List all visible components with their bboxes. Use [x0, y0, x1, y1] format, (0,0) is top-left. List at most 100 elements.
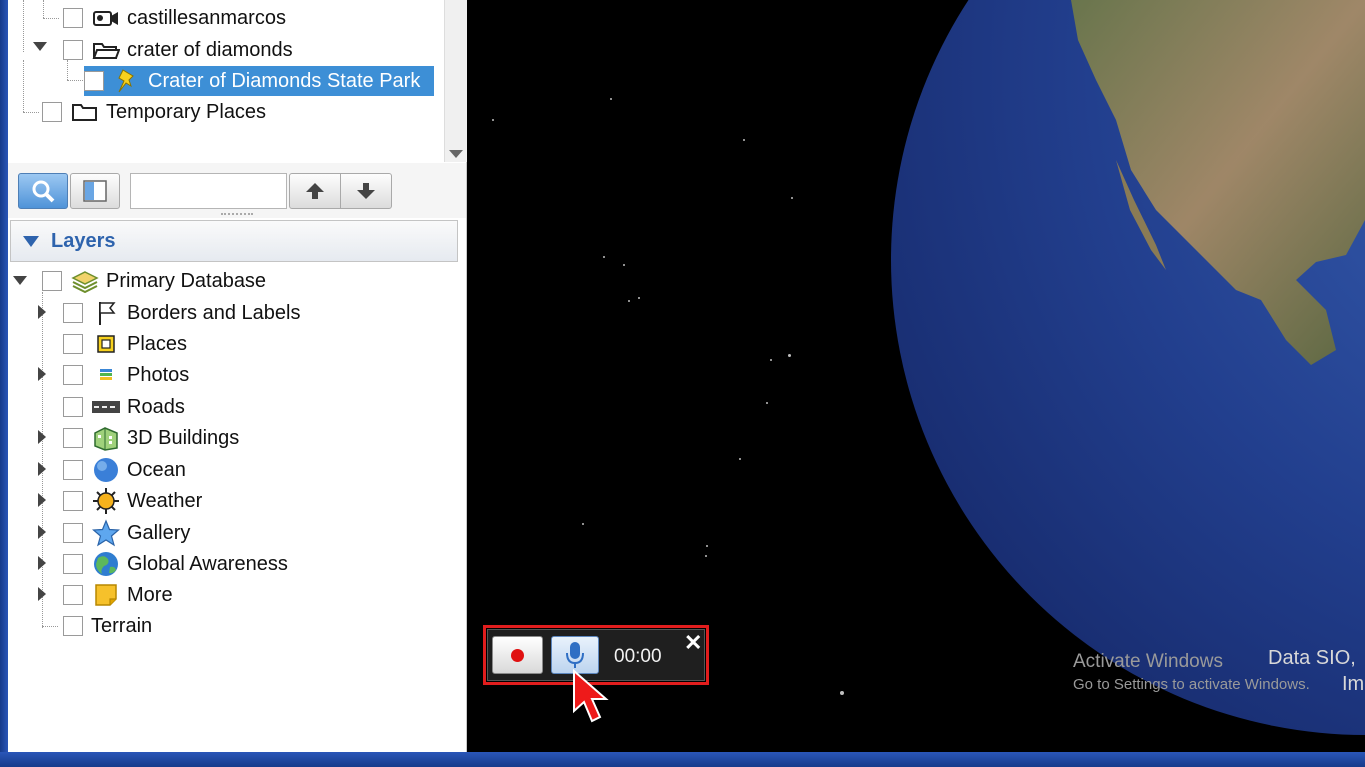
- layer-more[interactable]: More: [63, 580, 173, 610]
- move-down-button[interactable]: [340, 173, 392, 209]
- window-frame-left: [0, 0, 8, 752]
- expand-toggle[interactable]: [34, 366, 50, 382]
- sidebar: castillesanmarcos crater of diamonds Cra…: [8, 0, 467, 752]
- layer-borders-and-labels[interactable]: Borders and Labels: [63, 298, 300, 328]
- folder-icon: [70, 99, 100, 125]
- search-toolbar: [8, 163, 466, 218]
- globe-icon: [91, 551, 121, 577]
- arrow-down-icon: [357, 183, 375, 199]
- place-label: castillesanmarcos: [127, 6, 286, 29]
- layer-places[interactable]: Places: [63, 329, 187, 359]
- mouse-cursor-icon: [573, 669, 609, 723]
- move-up-button[interactable]: [289, 173, 341, 209]
- place-checkbox[interactable]: [63, 40, 83, 60]
- layer-checkbox[interactable]: [63, 428, 83, 448]
- photos-icon: [91, 362, 121, 388]
- yellow-pushpin-icon: [112, 68, 142, 94]
- close-icon[interactable]: ✕: [684, 632, 702, 654]
- expand-toggle[interactable]: [34, 492, 50, 508]
- layer-checkbox[interactable]: [63, 616, 83, 636]
- search-button[interactable]: [18, 173, 68, 209]
- collapse-triangle-icon: [23, 235, 39, 247]
- layer-label: Ocean: [127, 458, 186, 481]
- expand-toggle[interactable]: [34, 586, 50, 602]
- layer-checkbox[interactable]: [63, 460, 83, 480]
- sidebar-panel-icon: [83, 180, 107, 202]
- layer-checkbox[interactable]: [63, 523, 83, 543]
- expand-toggle[interactable]: [34, 429, 50, 445]
- expand-toggle[interactable]: [34, 304, 50, 320]
- flag-icon: [91, 300, 121, 326]
- activate-windows-title: Activate Windows: [1073, 651, 1223, 672]
- layer-checkbox[interactable]: [63, 397, 83, 417]
- layer-checkbox[interactable]: [63, 491, 83, 511]
- layer-label: Primary Database: [106, 269, 267, 292]
- layer-roads[interactable]: Roads: [63, 392, 185, 422]
- place-checkbox[interactable]: [42, 102, 62, 122]
- tour-camera-icon: [91, 5, 121, 31]
- places-square-icon: [91, 331, 121, 357]
- expand-toggle[interactable]: [34, 461, 50, 477]
- place-item-crater-of-diamonds-state-park[interactable]: Crater of Diamonds State Park: [84, 66, 434, 96]
- database-layers-icon: [70, 268, 100, 294]
- place-checkbox[interactable]: [84, 71, 104, 91]
- layer-checkbox[interactable]: [63, 365, 83, 385]
- layer-checkbox[interactable]: [63, 585, 83, 605]
- recording-timer: 00:00: [614, 646, 662, 667]
- imagery-attribution-line1: Data SIO,: [1268, 647, 1356, 669]
- road-icon: [91, 394, 121, 420]
- layer-label: Photos: [127, 363, 190, 386]
- sidebar-panel-button[interactable]: [70, 173, 120, 209]
- places-scrollbar[interactable]: [444, 0, 467, 162]
- layer-label: 3D Buildings: [127, 426, 240, 449]
- layer-checkbox[interactable]: [63, 334, 83, 354]
- place-item-crater-of-diamonds[interactable]: crater of diamonds: [63, 35, 293, 65]
- window-frame-bottom: [0, 752, 1365, 767]
- record-button[interactable]: [492, 636, 543, 674]
- layer-checkbox[interactable]: [63, 303, 83, 323]
- sun-icon: [91, 488, 121, 514]
- layer-label: Gallery: [127, 521, 191, 544]
- layer-primary-database[interactable]: Primary Database: [42, 266, 266, 296]
- record-dot-icon: [511, 648, 524, 662]
- note-icon: [91, 582, 121, 608]
- place-label: crater of diamonds: [127, 38, 293, 61]
- layer-ocean[interactable]: Ocean: [63, 455, 186, 485]
- search-icon: [32, 180, 55, 203]
- layer-label: Roads: [127, 395, 185, 418]
- layer-label: Places: [127, 332, 188, 355]
- layers-title: Layers: [51, 229, 116, 252]
- place-label: Crater of Diamonds State Park: [148, 69, 421, 92]
- scroll-down-arrow-icon[interactable]: [449, 150, 463, 158]
- imagery-attribution-line2: Im: [1342, 673, 1365, 695]
- panel-resize-grip[interactable]: [221, 213, 253, 215]
- arrow-up-icon: [306, 183, 324, 199]
- layer-label: Weather: [127, 489, 203, 512]
- layer-global-awareness[interactable]: Global Awareness: [63, 549, 288, 579]
- layer-weather[interactable]: Weather: [63, 486, 202, 516]
- layers-panel-header[interactable]: Layers: [10, 220, 458, 262]
- expand-toggle[interactable]: [34, 524, 50, 540]
- activate-windows-subtitle: Go to Settings to activate Windows.: [1073, 676, 1310, 693]
- place-checkbox[interactable]: [63, 8, 83, 28]
- folder-open-icon: [91, 37, 121, 63]
- layer-checkbox[interactable]: [63, 554, 83, 574]
- place-item-castillesanmarcos[interactable]: castillesanmarcos: [63, 3, 286, 33]
- place-label: Temporary Places: [106, 100, 267, 123]
- layer-label: Terrain: [91, 614, 153, 637]
- expand-toggle[interactable]: [34, 555, 50, 571]
- ocean-globe-icon: [91, 457, 121, 483]
- star-icon: [91, 519, 121, 547]
- layer-checkbox[interactable]: [42, 271, 62, 291]
- collapse-toggle[interactable]: [32, 38, 48, 54]
- collapse-toggle[interactable]: [12, 272, 28, 288]
- layer-photos[interactable]: Photos: [63, 360, 189, 390]
- layer-label: More: [127, 583, 173, 606]
- place-item-temporary-places[interactable]: Temporary Places: [42, 97, 266, 127]
- search-input[interactable]: [130, 173, 287, 209]
- buildings-icon: [91, 425, 121, 451]
- layer-3d-buildings[interactable]: 3D Buildings: [63, 423, 239, 453]
- layer-gallery[interactable]: Gallery: [63, 518, 190, 548]
- layer-terrain[interactable]: Terrain: [63, 611, 152, 641]
- places-panel: castillesanmarcos crater of diamonds Cra…: [8, 0, 435, 162]
